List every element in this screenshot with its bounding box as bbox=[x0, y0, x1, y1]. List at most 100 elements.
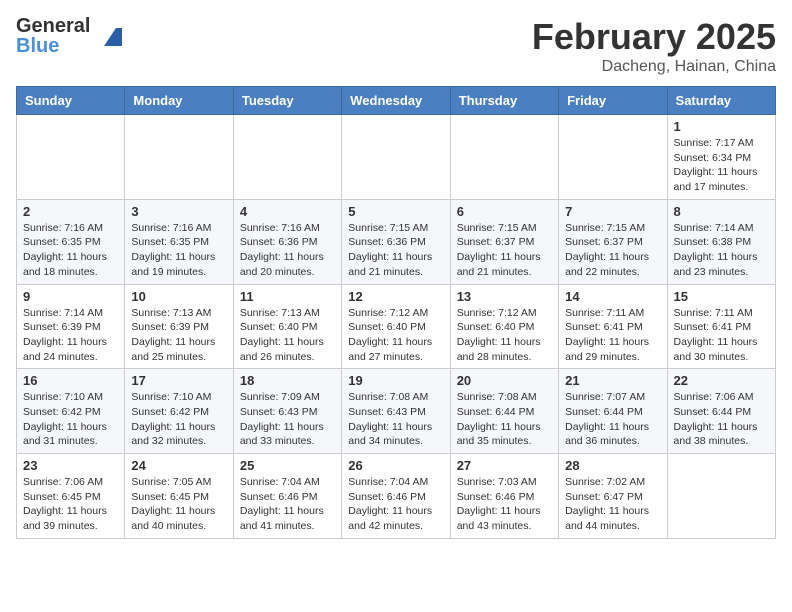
day-info: Sunrise: 7:16 AM Sunset: 6:35 PM Dayligh… bbox=[131, 221, 226, 280]
calendar-cell: 11 Sunrise: 7:13 AM Sunset: 6:40 PM Dayli… bbox=[233, 284, 341, 369]
day-number: 23 bbox=[23, 458, 118, 473]
calendar-cell: 25 Sunrise: 7:04 AM Sunset: 6:46 PM Dayli… bbox=[233, 454, 341, 539]
day-info: Sunrise: 7:17 AM Sunset: 6:34 PM Dayligh… bbox=[674, 136, 769, 195]
day-number: 6 bbox=[457, 204, 552, 219]
day-number: 4 bbox=[240, 204, 335, 219]
calendar-cell: 16 Sunrise: 7:10 AM Sunset: 6:42 PM Dayli… bbox=[17, 369, 125, 454]
day-info: Sunrise: 7:03 AM Sunset: 6:46 PM Dayligh… bbox=[457, 475, 552, 534]
day-number: 13 bbox=[457, 289, 552, 304]
weekday-header-sunday: Sunday bbox=[17, 87, 125, 115]
day-info: Sunrise: 7:12 AM Sunset: 6:40 PM Dayligh… bbox=[457, 306, 552, 365]
calendar-cell: 20 Sunrise: 7:08 AM Sunset: 6:44 PM Dayli… bbox=[450, 369, 558, 454]
calendar-cell: 27Sunrise: 7:03 AM Sunset: 6:46 PM Dayli… bbox=[450, 454, 558, 539]
calendar-cell: 22 Sunrise: 7:06 AM Sunset: 6:44 PM Dayli… bbox=[667, 369, 775, 454]
day-info: Sunrise: 7:04 AM Sunset: 6:46 PM Dayligh… bbox=[240, 475, 335, 534]
day-info: Sunrise: 7:11 AM Sunset: 6:41 PM Dayligh… bbox=[565, 306, 660, 365]
calendar-cell: 2Sunrise: 7:16 AM Sunset: 6:35 PM Daylig… bbox=[17, 199, 125, 284]
day-number: 20 bbox=[457, 373, 552, 388]
weekday-header-monday: Monday bbox=[125, 87, 233, 115]
calendar-cell bbox=[17, 115, 125, 200]
calendar-table: SundayMondayTuesdayWednesdayThursdayFrid… bbox=[16, 86, 776, 539]
calendar-cell: 26 Sunrise: 7:04 AM Sunset: 6:46 PM Dayli… bbox=[342, 454, 450, 539]
day-info: Sunrise: 7:16 AM Sunset: 6:35 PM Dayligh… bbox=[23, 221, 118, 280]
logo-blue-text: Blue bbox=[16, 36, 90, 56]
day-number: 5 bbox=[348, 204, 443, 219]
day-number: 15 bbox=[674, 289, 769, 304]
calendar-cell: 28 Sunrise: 7:02 AM Sunset: 6:47 PM Dayli… bbox=[559, 454, 667, 539]
day-info: Sunrise: 7:15 AM Sunset: 6:36 PM Dayligh… bbox=[348, 221, 443, 280]
day-info: Sunrise: 7:08 AM Sunset: 6:43 PM Dayligh… bbox=[348, 390, 443, 449]
page-header: General Blue February 2025 Dacheng, Hain… bbox=[16, 16, 776, 76]
day-info: Sunrise: 7:04 AM Sunset: 6:46 PM Dayligh… bbox=[348, 475, 443, 534]
calendar-cell: 7Sunrise: 7:15 AM Sunset: 6:37 PM Daylig… bbox=[559, 199, 667, 284]
calendar-cell: 3 Sunrise: 7:16 AM Sunset: 6:35 PM Daylig… bbox=[125, 199, 233, 284]
calendar-cell bbox=[667, 454, 775, 539]
calendar-cell: 17 Sunrise: 7:10 AM Sunset: 6:42 PM Dayli… bbox=[125, 369, 233, 454]
day-number: 10 bbox=[131, 289, 226, 304]
calendar-cell bbox=[559, 115, 667, 200]
day-info: Sunrise: 7:06 AM Sunset: 6:45 PM Dayligh… bbox=[23, 475, 118, 534]
calendar-cell: 4 Sunrise: 7:16 AM Sunset: 6:36 PM Daylig… bbox=[233, 199, 341, 284]
calendar-cell: 8 Sunrise: 7:14 AM Sunset: 6:38 PM Daylig… bbox=[667, 199, 775, 284]
day-info: Sunrise: 7:09 AM Sunset: 6:43 PM Dayligh… bbox=[240, 390, 335, 449]
day-number: 17 bbox=[131, 373, 226, 388]
calendar-cell: 21Sunrise: 7:07 AM Sunset: 6:44 PM Dayli… bbox=[559, 369, 667, 454]
day-info: Sunrise: 7:11 AM Sunset: 6:41 PM Dayligh… bbox=[674, 306, 769, 365]
calendar-cell: 10 Sunrise: 7:13 AM Sunset: 6:39 PM Dayli… bbox=[125, 284, 233, 369]
day-number: 9 bbox=[23, 289, 118, 304]
calendar-cell: 19 Sunrise: 7:08 AM Sunset: 6:43 PM Dayli… bbox=[342, 369, 450, 454]
day-info: Sunrise: 7:13 AM Sunset: 6:40 PM Dayligh… bbox=[240, 306, 335, 365]
day-number: 26 bbox=[348, 458, 443, 473]
weekday-header-wednesday: Wednesday bbox=[342, 87, 450, 115]
logo: General Blue bbox=[16, 16, 130, 56]
day-number: 22 bbox=[674, 373, 769, 388]
calendar-cell: 14 Sunrise: 7:11 AM Sunset: 6:41 PM Dayli… bbox=[559, 284, 667, 369]
day-number: 25 bbox=[240, 458, 335, 473]
day-info: Sunrise: 7:06 AM Sunset: 6:44 PM Dayligh… bbox=[674, 390, 769, 449]
calendar-cell: 18 Sunrise: 7:09 AM Sunset: 6:43 PM Dayli… bbox=[233, 369, 341, 454]
day-info: Sunrise: 7:02 AM Sunset: 6:47 PM Dayligh… bbox=[565, 475, 660, 534]
day-number: 11 bbox=[240, 289, 335, 304]
day-info: Sunrise: 7:05 AM Sunset: 6:45 PM Dayligh… bbox=[131, 475, 226, 534]
calendar-week-row: 16 Sunrise: 7:10 AM Sunset: 6:42 PM Dayli… bbox=[17, 369, 776, 454]
day-info: Sunrise: 7:14 AM Sunset: 6:38 PM Dayligh… bbox=[674, 221, 769, 280]
day-info: Sunrise: 7:08 AM Sunset: 6:44 PM Dayligh… bbox=[457, 390, 552, 449]
day-number: 19 bbox=[348, 373, 443, 388]
day-number: 21 bbox=[565, 373, 660, 388]
calendar-cell: 23 Sunrise: 7:06 AM Sunset: 6:45 PM Dayli… bbox=[17, 454, 125, 539]
calendar-week-row: 23 Sunrise: 7:06 AM Sunset: 6:45 PM Dayli… bbox=[17, 454, 776, 539]
weekday-header-saturday: Saturday bbox=[667, 87, 775, 115]
day-info: Sunrise: 7:13 AM Sunset: 6:39 PM Dayligh… bbox=[131, 306, 226, 365]
logo-general-text: General bbox=[16, 16, 90, 36]
day-number: 18 bbox=[240, 373, 335, 388]
day-number: 7 bbox=[565, 204, 660, 219]
day-number: 24 bbox=[131, 458, 226, 473]
day-number: 28 bbox=[565, 458, 660, 473]
weekday-header-thursday: Thursday bbox=[450, 87, 558, 115]
day-info: Sunrise: 7:16 AM Sunset: 6:36 PM Dayligh… bbox=[240, 221, 335, 280]
day-info: Sunrise: 7:14 AM Sunset: 6:39 PM Dayligh… bbox=[23, 306, 118, 365]
calendar-week-row: 1 Sunrise: 7:17 AM Sunset: 6:34 PM Daylig… bbox=[17, 115, 776, 200]
calendar-week-row: 2Sunrise: 7:16 AM Sunset: 6:35 PM Daylig… bbox=[17, 199, 776, 284]
calendar-cell: 6 Sunrise: 7:15 AM Sunset: 6:37 PM Daylig… bbox=[450, 199, 558, 284]
calendar-cell: 12Sunrise: 7:12 AM Sunset: 6:40 PM Dayli… bbox=[342, 284, 450, 369]
calendar-cell bbox=[450, 115, 558, 200]
day-number: 1 bbox=[674, 119, 769, 134]
day-info: Sunrise: 7:15 AM Sunset: 6:37 PM Dayligh… bbox=[457, 221, 552, 280]
calendar-cell: 15 Sunrise: 7:11 AM Sunset: 6:41 PM Dayli… bbox=[667, 284, 775, 369]
logo-icon bbox=[94, 18, 130, 54]
calendar-cell: 5 Sunrise: 7:15 AM Sunset: 6:36 PM Daylig… bbox=[342, 199, 450, 284]
day-info: Sunrise: 7:10 AM Sunset: 6:42 PM Dayligh… bbox=[23, 390, 118, 449]
day-number: 16 bbox=[23, 373, 118, 388]
calendar-cell: 13 Sunrise: 7:12 AM Sunset: 6:40 PM Dayli… bbox=[450, 284, 558, 369]
calendar-cell bbox=[342, 115, 450, 200]
day-number: 14 bbox=[565, 289, 660, 304]
location-subtitle: Dacheng, Hainan, China bbox=[532, 58, 776, 76]
day-number: 8 bbox=[674, 204, 769, 219]
weekday-header-row: SundayMondayTuesdayWednesdayThursdayFrid… bbox=[17, 87, 776, 115]
calendar-cell: 9 Sunrise: 7:14 AM Sunset: 6:39 PM Daylig… bbox=[17, 284, 125, 369]
month-title: February 2025 bbox=[532, 16, 776, 58]
day-info: Sunrise: 7:10 AM Sunset: 6:42 PM Dayligh… bbox=[131, 390, 226, 449]
day-number: 3 bbox=[131, 204, 226, 219]
day-info: Sunrise: 7:12 AM Sunset: 6:40 PM Dayligh… bbox=[348, 306, 443, 365]
